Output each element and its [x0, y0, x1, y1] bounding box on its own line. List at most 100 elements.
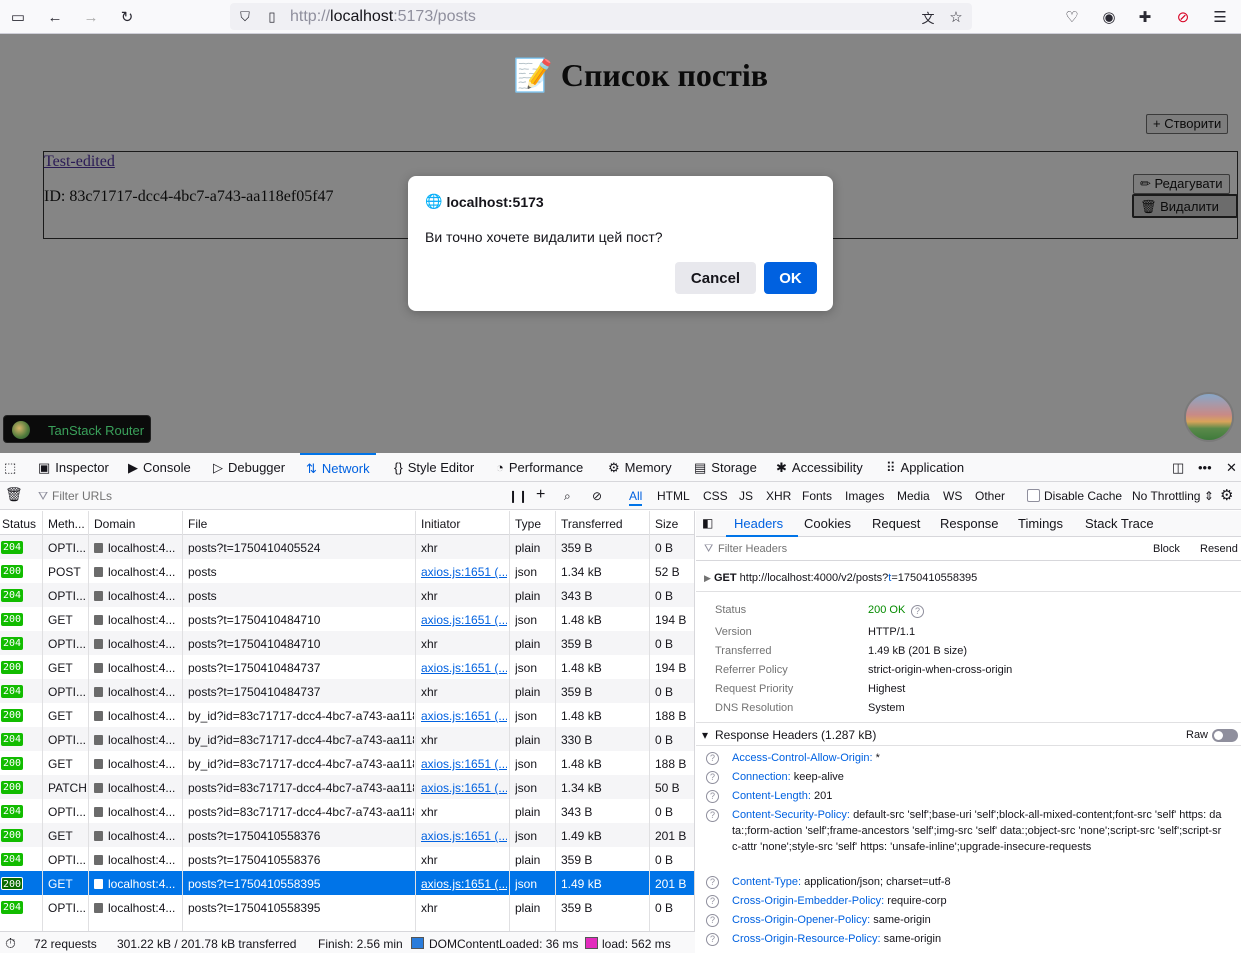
page-icon[interactable]: ▯: [260, 5, 284, 29]
forward-arrow-icon[interactable]: →: [79, 5, 103, 29]
col-method[interactable]: Meth...: [48, 517, 85, 531]
addon-icon[interactable]: ⊘: [1171, 5, 1195, 29]
tab-console[interactable]: ▶ Console: [128, 453, 191, 482]
tab-network[interactable]: ⇅ Network: [300, 453, 376, 482]
throttling-select[interactable]: No Throttling ⇕: [1132, 489, 1214, 503]
table-row[interactable]: 200 GET localhost:4... posts?t=175041055839…: [0, 871, 694, 895]
table-row[interactable]: 200 GET localhost:4... posts?t=175041048473…: [0, 655, 694, 679]
back-arrow-icon[interactable]: ←: [43, 5, 67, 29]
filter-other[interactable]: Other: [975, 489, 1005, 503]
col-size[interactable]: Size: [655, 517, 678, 531]
tab-memory[interactable]: ⚙ Memory: [608, 453, 672, 482]
tab-cookies[interactable]: Cookies: [804, 516, 851, 531]
tab-application[interactable]: ⠿ Application: [886, 453, 964, 482]
cancel-button[interactable]: Cancel: [675, 262, 756, 294]
post-title-link[interactable]: Test-edited: [44, 153, 115, 171]
table-row[interactable]: 204 OPTI... localhost:4... posts?id=83c7171…: [0, 799, 694, 823]
col-status[interactable]: Status: [2, 517, 36, 531]
col-domain[interactable]: Domain: [94, 517, 135, 531]
block-icon[interactable]: ⊘: [592, 489, 602, 503]
table-row[interactable]: 204 OPTI... localhost:4... posts?t=17504104…: [0, 535, 694, 559]
filter-js[interactable]: JS: [739, 489, 753, 503]
pocket-icon[interactable]: ♡: [1060, 5, 1084, 29]
tab-inspector[interactable]: ▣ Inspector: [38, 453, 109, 482]
initiator-cell[interactable]: axios.js:1651 (...: [421, 613, 507, 627]
trash-icon[interactable]: 🗑: [5, 486, 23, 503]
tab-accessibility[interactable]: ✱ Accessibility: [776, 453, 863, 482]
initiator-cell[interactable]: axios.js:1651 (...: [421, 709, 507, 723]
ok-button[interactable]: OK: [764, 262, 817, 294]
table-row[interactable]: 204 OPTI... localhost:4... posts?t=17504105…: [0, 847, 694, 871]
initiator-cell[interactable]: axios.js:1651 (...: [421, 661, 507, 675]
tab-performance[interactable]: ◔ Performance: [496, 453, 583, 482]
disable-cache-checkbox[interactable]: [1027, 489, 1040, 502]
help-icon[interactable]: ?: [706, 895, 719, 908]
tab-debugger[interactable]: ▷ Debugger: [213, 453, 285, 482]
url-text[interactable]: http://localhost:5173/posts: [290, 8, 476, 26]
filter-css[interactable]: CSS: [703, 489, 728, 503]
create-post-button[interactable]: + Створити: [1146, 114, 1229, 134]
filter-images[interactable]: Images: [845, 489, 884, 503]
table-row[interactable]: 200 POST localhost:4... posts axios.js:1651 …: [0, 559, 694, 583]
column-divider[interactable]: [509, 511, 510, 931]
table-row[interactable]: 200 GET localhost:4... posts?t=175041048471…: [0, 607, 694, 631]
response-headers-section[interactable]: ▾ Response Headers (1.287 kB) Raw: [696, 722, 1241, 746]
search-icon[interactable]: ⌕: [564, 489, 571, 504]
table-row[interactable]: 200 GET localhost:4... posts?t=175041055837…: [0, 823, 694, 847]
filter-headers-input[interactable]: Filter Headers: [718, 543, 787, 555]
col-file[interactable]: File: [188, 517, 207, 531]
initiator-cell[interactable]: axios.js:1651 (...: [421, 829, 507, 843]
sidebar-icon[interactable]: ▭: [6, 5, 30, 29]
col-transferred[interactable]: Transferred: [561, 517, 623, 531]
help-icon[interactable]: ?: [706, 876, 719, 889]
filter-urls-input[interactable]: Filter URLs: [52, 489, 112, 503]
help-icon[interactable]: ?: [706, 752, 719, 765]
url-bar[interactable]: ⛉ ▯ http://localhost:5173/posts 文 ☆: [230, 3, 972, 30]
filter-fonts[interactable]: Fonts: [802, 489, 832, 503]
resend-button[interactable]: Resend: [1200, 543, 1238, 555]
column-divider[interactable]: [555, 511, 556, 931]
tab-response[interactable]: Response: [940, 516, 999, 531]
collapse-arrow-icon[interactable]: ▾: [702, 728, 708, 742]
filter-all[interactable]: All: [629, 489, 643, 506]
account-icon[interactable]: ◉: [1097, 5, 1121, 29]
tab-storage[interactable]: ▤ Storage: [694, 453, 757, 482]
filter-xhr[interactable]: XHR: [766, 489, 791, 503]
column-divider[interactable]: [182, 511, 183, 931]
column-divider[interactable]: [42, 511, 43, 931]
request-line[interactable]: ▶ GET http://localhost:4000/v2/posts?t=1…: [704, 572, 977, 584]
initiator-cell[interactable]: axios.js:1651 (...: [421, 757, 507, 771]
dock-side-icon[interactable]: ◫: [1172, 453, 1184, 482]
filter-media[interactable]: Media: [897, 489, 930, 503]
column-divider[interactable]: [88, 511, 89, 931]
toggle-sidebar-icon[interactable]: ◧: [702, 516, 713, 530]
table-row[interactable]: 204 OPTI... localhost:4... posts?t=17504105…: [0, 895, 694, 919]
tanstack-router-devtools-button[interactable]: TanStack Router: [3, 415, 151, 443]
table-row[interactable]: 204 OPTI... localhost:4... by_id?id=83c7171…: [0, 727, 694, 751]
element-picker-icon[interactable]: ⬚: [4, 453, 16, 482]
help-icon[interactable]: ?: [706, 933, 719, 946]
column-divider[interactable]: [649, 511, 650, 931]
tab-request[interactable]: Request: [872, 516, 920, 531]
column-divider[interactable]: [415, 511, 416, 931]
help-icon[interactable]: ?: [706, 809, 719, 822]
more-options-icon[interactable]: •••: [1198, 453, 1212, 482]
col-initiator[interactable]: Initiator: [421, 517, 460, 531]
edit-post-button[interactable]: ✏ Редагувати: [1133, 174, 1230, 194]
help-icon[interactable]: ?: [706, 914, 719, 927]
help-icon[interactable]: ?: [706, 771, 719, 784]
tab-stack-trace[interactable]: Stack Trace: [1085, 516, 1154, 531]
table-row[interactable]: 204 OPTI... localhost:4... posts xhr plain 343…: [0, 583, 694, 607]
extensions-icon[interactable]: ✚: [1133, 5, 1157, 29]
help-icon[interactable]: ?: [706, 790, 719, 803]
table-row[interactable]: 200 PATCH localhost:4... posts?id=83c71717-…: [0, 775, 694, 799]
reload-icon[interactable]: ↻: [115, 5, 139, 29]
close-devtools-icon[interactable]: ✕: [1226, 453, 1237, 482]
col-type[interactable]: Type: [515, 517, 541, 531]
shield-icon[interactable]: ⛉: [233, 5, 257, 29]
table-row[interactable]: 200 GET localhost:4... by_id?id=83c71717-dc…: [0, 703, 694, 727]
raw-toggle[interactable]: [1212, 729, 1238, 742]
table-row[interactable]: 204 OPTI... localhost:4... posts?t=17504104…: [0, 679, 694, 703]
tab-headers[interactable]: Headers: [734, 516, 783, 531]
initiator-cell[interactable]: axios.js:1651 (...: [421, 565, 507, 579]
